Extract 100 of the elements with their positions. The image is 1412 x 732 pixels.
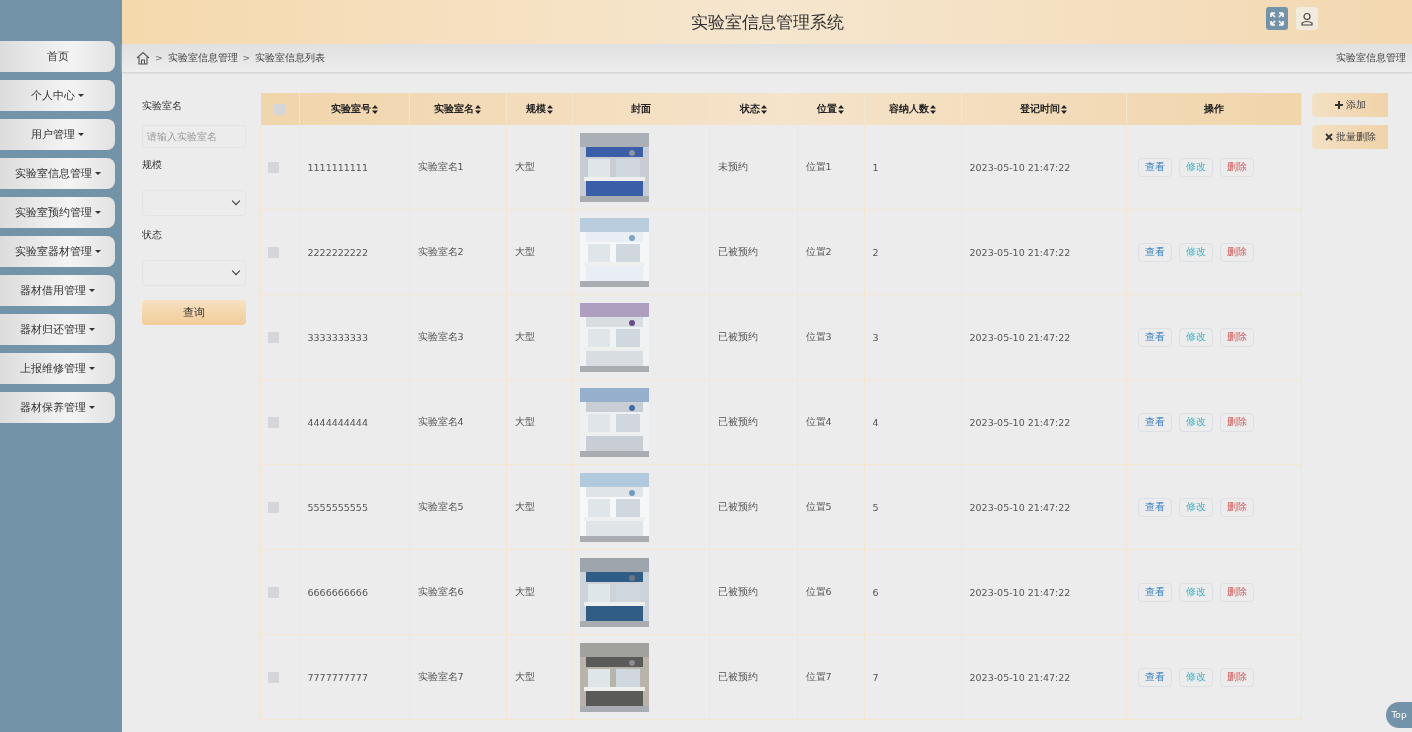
- table-cell: 已被预约: [717, 415, 758, 427]
- delete-button[interactable]: 删除: [1219, 582, 1254, 602]
- table-cell: 大型: [514, 415, 535, 427]
- delete-button[interactable]: 删除: [1219, 242, 1254, 262]
- sidebar-item[interactable]: 实验室信息管理: [0, 158, 115, 189]
- table-cell: 未预约: [717, 160, 748, 172]
- back-to-top-button[interactable]: Top: [1386, 702, 1412, 728]
- sidebar-item[interactable]: 上报维修管理: [0, 353, 115, 384]
- sidebar-item[interactable]: 器材借用管理: [0, 275, 115, 306]
- separator-icon: >: [155, 53, 163, 63]
- delete-button[interactable]: 删除: [1219, 157, 1254, 177]
- table-cell: 大型: [514, 585, 535, 597]
- add-button[interactable]: 添加: [1312, 93, 1388, 117]
- caret-icon: [89, 367, 95, 370]
- view-button[interactable]: 查看: [1137, 667, 1172, 687]
- view-button[interactable]: 查看: [1137, 497, 1172, 517]
- table-cell: 实验室名6: [417, 585, 464, 597]
- table-cell: 5: [872, 501, 879, 513]
- edit-button[interactable]: 修改: [1178, 582, 1213, 602]
- table-cell: 2023-05-10 21:47:22: [969, 246, 1071, 258]
- table-cell: 实验室名4: [417, 415, 464, 427]
- fullscreen-icon[interactable]: [1266, 7, 1288, 30]
- table-cell: 5555555555: [307, 501, 368, 513]
- table-cell: 6: [872, 586, 879, 598]
- select-field[interactable]: [142, 260, 246, 286]
- table-cell: 2023-05-10 21:47:22: [969, 671, 1071, 683]
- table-cell: 2023-05-10 21:47:22: [969, 416, 1071, 428]
- view-button[interactable]: 查看: [1137, 157, 1172, 177]
- edit-button[interactable]: 修改: [1178, 157, 1213, 177]
- table-cell: 位置5: [805, 500, 832, 512]
- sort-icon[interactable]: [546, 104, 553, 114]
- table-cell: 6666666666: [307, 586, 368, 598]
- table-cell: 位置3: [805, 330, 832, 342]
- checkbox[interactable]: [268, 502, 279, 513]
- sort-icon[interactable]: [1061, 104, 1067, 114]
- table-cell: 2: [872, 246, 879, 258]
- checkbox[interactable]: [268, 417, 279, 428]
- breadcrumb-link[interactable]: 实验室信息管理: [167, 51, 238, 65]
- view-button[interactable]: 查看: [1137, 412, 1172, 432]
- table-cell: 大型: [514, 245, 535, 257]
- table-cell: 已被预约: [717, 500, 758, 512]
- sidebar-item[interactable]: 器材归还管理: [0, 314, 115, 345]
- table-cell: 2222222222: [307, 246, 368, 258]
- sort-icon[interactable]: [760, 104, 767, 114]
- sidebar-item[interactable]: 实验室预约管理: [0, 197, 115, 228]
- input-field[interactable]: 请输入实验室名: [142, 125, 246, 148]
- edit-button[interactable]: 修改: [1178, 667, 1213, 687]
- checkbox[interactable]: [268, 162, 279, 173]
- sidebar-item[interactable]: 用户管理: [0, 119, 115, 150]
- table-cell: 大型: [514, 160, 535, 172]
- edit-button[interactable]: 修改: [1178, 497, 1213, 517]
- column-header: 状态: [739, 102, 760, 116]
- delete-button[interactable]: 删除: [1219, 327, 1254, 347]
- view-button[interactable]: 查看: [1137, 582, 1172, 602]
- table-cell: 实验室名2: [417, 245, 464, 257]
- delete-button[interactable]: 删除: [1219, 667, 1254, 687]
- view-button[interactable]: 查看: [1137, 242, 1172, 262]
- user-icon[interactable]: [1296, 7, 1318, 30]
- table-cell: 位置4: [805, 415, 832, 427]
- sort-icon[interactable]: [475, 104, 481, 114]
- breadcrumb-link[interactable]: 实验室信息列表: [255, 51, 326, 65]
- checkbox[interactable]: [268, 332, 279, 343]
- delete-button[interactable]: 删除: [1219, 497, 1254, 517]
- table-cell: 位置6: [805, 585, 832, 597]
- checkbox[interactable]: [268, 672, 279, 683]
- table-cell: 2023-05-10 21:47:22: [969, 501, 1071, 513]
- sort-icon[interactable]: [930, 104, 936, 114]
- sidebar-item[interactable]: 个人中心: [0, 80, 115, 111]
- select-field[interactable]: [142, 190, 246, 216]
- field-label: 状态: [142, 228, 163, 242]
- caret-icon: [94, 211, 101, 214]
- sidebar-item[interactable]: 器材保养管理: [0, 392, 115, 423]
- column-header: 实验室号: [330, 102, 371, 116]
- table-cell: 实验室名5: [417, 500, 464, 512]
- delete-button[interactable]: 删除: [1219, 412, 1254, 432]
- sort-icon[interactable]: [371, 104, 378, 114]
- edit-button[interactable]: 修改: [1178, 412, 1213, 432]
- checkbox[interactable]: [268, 587, 279, 598]
- batch-delete-button[interactable]: 批量删除: [1312, 125, 1388, 149]
- table-cell: 7777777777: [307, 671, 368, 683]
- table-cell: 7: [872, 671, 879, 683]
- plus-icon: [1334, 101, 1343, 109]
- sidebar-item[interactable]: 首页: [0, 41, 115, 72]
- table-cell: 大型: [514, 500, 535, 512]
- caret-icon: [78, 133, 84, 136]
- table-cell: 2023-05-10 21:47:22: [969, 161, 1071, 173]
- edit-button[interactable]: 修改: [1178, 327, 1213, 347]
- checkbox[interactable]: [274, 103, 285, 115]
- home-icon[interactable]: [136, 51, 150, 65]
- sort-icon[interactable]: [838, 104, 844, 114]
- close-icon: [1324, 133, 1333, 141]
- view-button[interactable]: 查看: [1137, 327, 1172, 347]
- checkbox[interactable]: [268, 247, 279, 258]
- query-button[interactable]: 查询: [142, 300, 246, 325]
- sidebar-item[interactable]: 实验室器材管理: [0, 236, 115, 267]
- column-header: 封面: [630, 102, 651, 116]
- column-header: 容纳人数: [889, 102, 929, 116]
- edit-button[interactable]: 修改: [1178, 242, 1213, 262]
- table-cell: 位置2: [805, 245, 832, 257]
- table-cell: 已被预约: [717, 330, 758, 342]
